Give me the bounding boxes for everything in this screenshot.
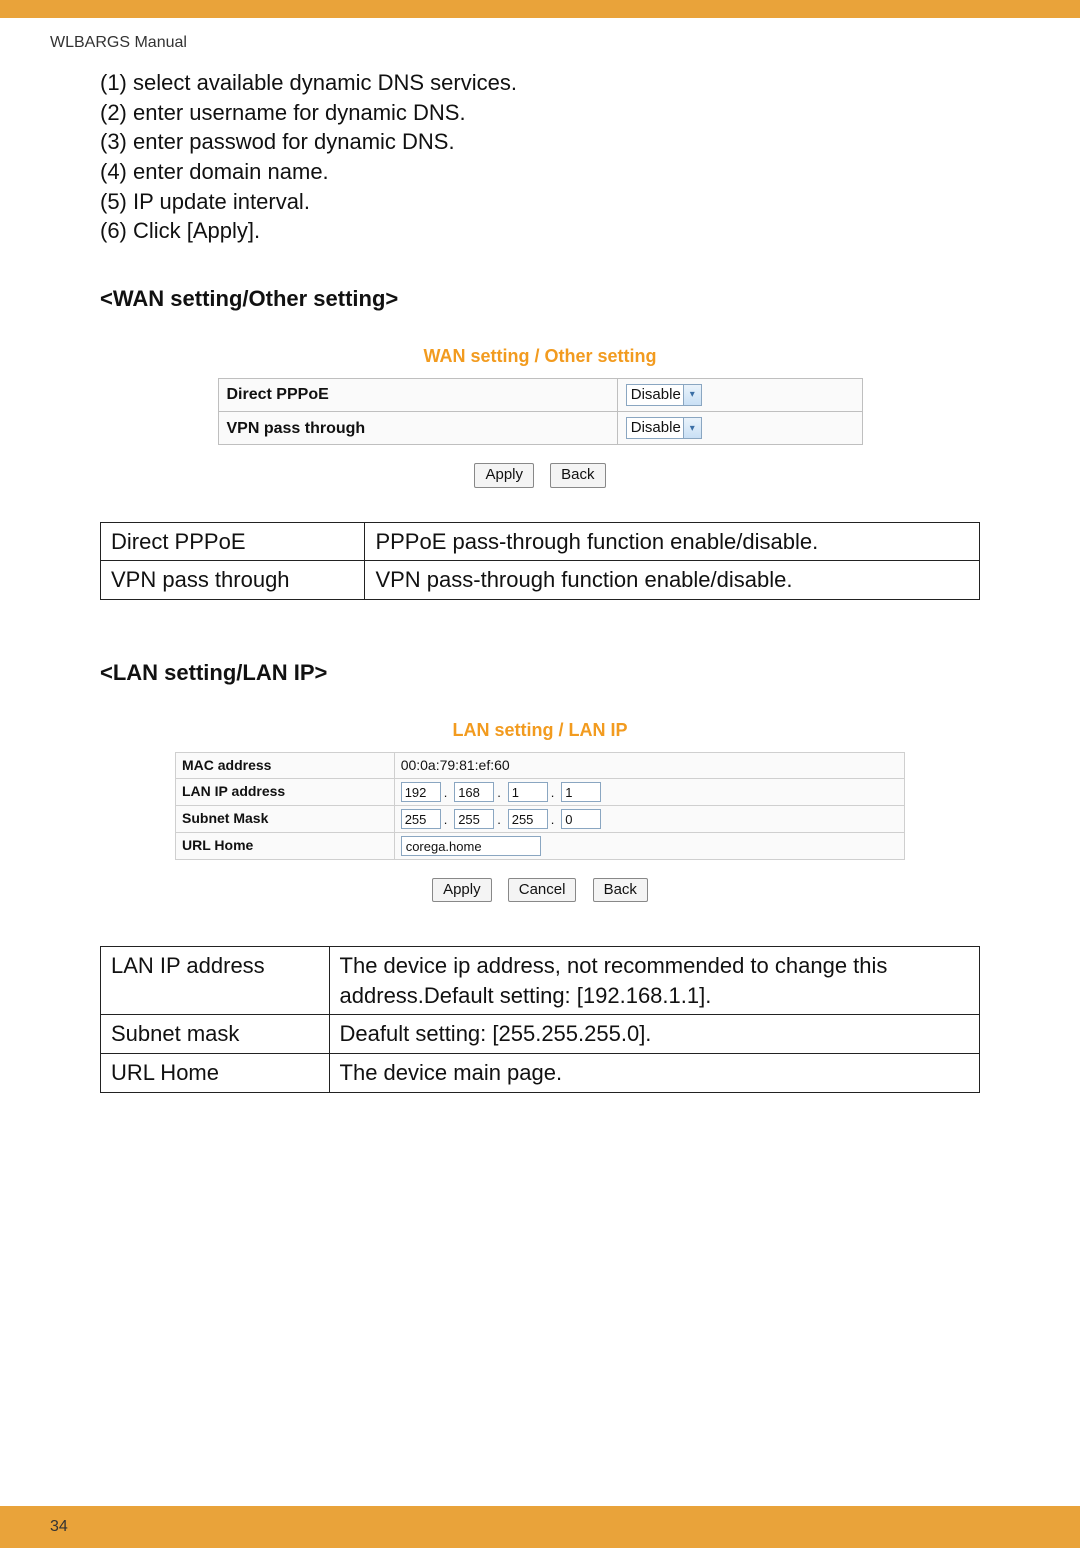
vpn-passthrough-select[interactable]: Disable ▾ [626, 417, 702, 439]
cancel-button[interactable]: Cancel [508, 878, 577, 902]
table-row: Subnet Mask 255. 255. 255. 0 [176, 805, 905, 832]
setting-label: LAN IP address [176, 778, 395, 805]
desc-name: URL Home [101, 1054, 330, 1093]
lan-button-row: Apply Cancel Back [175, 872, 905, 902]
apply-button[interactable]: Apply [474, 463, 534, 487]
desc-text: VPN pass-through function enable/disable… [365, 561, 980, 600]
steps-list: (1) select available dynamic DNS service… [100, 68, 980, 246]
page-number: 34 [50, 1518, 68, 1536]
step-item: (3) enter passwod for dynamic DNS. [100, 127, 980, 157]
chevron-down-icon: ▾ [683, 418, 701, 438]
table-row: MAC address 00:0a:79:81:ef:60 [176, 752, 905, 778]
wan-screenshot: WAN setting / Other setting Direct PPPoE… [218, 344, 863, 488]
desc-text: Deafult setting: [255.255.255.0]. [329, 1015, 979, 1054]
apply-button[interactable]: Apply [432, 878, 492, 902]
table-row: LAN IP address The device ip address, no… [101, 947, 980, 1015]
select-value: Disable [631, 418, 681, 438]
table-row: URL Home corega.home [176, 832, 905, 859]
lan-screenshot: LAN setting / LAN IP MAC address 00:0a:7… [175, 718, 905, 902]
setting-value-cell: Disable ▾ [617, 412, 862, 445]
setting-label: URL Home [176, 832, 395, 859]
mask-octet-3[interactable]: 255 [508, 809, 548, 829]
desc-name: LAN IP address [101, 947, 330, 1015]
step-item: (1) select available dynamic DNS service… [100, 68, 980, 98]
mask-octet-2[interactable]: 255 [454, 809, 494, 829]
setting-value-cell: Disable ▾ [617, 379, 862, 412]
table-row: VPN pass through Disable ▾ [218, 412, 862, 445]
mask-cell: 255. 255. 255. 0 [394, 805, 904, 832]
mac-value: 00:0a:79:81:ef:60 [394, 752, 904, 778]
setting-label: MAC address [176, 752, 395, 778]
chevron-down-icon: ▾ [683, 385, 701, 405]
wan-shot-title: WAN setting / Other setting [218, 344, 863, 368]
desc-name: Subnet mask [101, 1015, 330, 1054]
desc-text: PPPoE pass-through function enable/disab… [365, 522, 980, 561]
direct-pppoe-select[interactable]: Disable ▾ [626, 384, 702, 406]
lan-shot-title: LAN setting / LAN IP [175, 718, 905, 742]
desc-name: Direct PPPoE [101, 522, 365, 561]
table-row: Subnet mask Deafult setting: [255.255.25… [101, 1015, 980, 1054]
url-home-input[interactable]: corega.home [401, 836, 541, 856]
lan-description-table: LAN IP address The device ip address, no… [100, 946, 980, 1093]
select-value: Disable [631, 385, 681, 405]
ip-cell: 192. 168. 1. 1 [394, 778, 904, 805]
lan-section-heading: <LAN setting/LAN IP> [100, 658, 980, 688]
ip-octet-3[interactable]: 1 [508, 782, 548, 802]
table-row: Direct PPPoE Disable ▾ [218, 379, 862, 412]
wan-settings-table: Direct PPPoE Disable ▾ VPN pass through … [218, 378, 863, 445]
table-row: LAN IP address 192. 168. 1. 1 [176, 778, 905, 805]
table-row: VPN pass through VPN pass-through functi… [101, 561, 980, 600]
wan-button-row: Apply Back [218, 457, 863, 487]
manual-title: WLBARGS Manual [0, 18, 1080, 52]
desc-name: VPN pass through [101, 561, 365, 600]
back-button[interactable]: Back [593, 878, 648, 902]
table-row: URL Home The device main page. [101, 1054, 980, 1093]
back-button[interactable]: Back [550, 463, 605, 487]
table-row: Direct PPPoE PPPoE pass-through function… [101, 522, 980, 561]
ip-octet-4[interactable]: 1 [561, 782, 601, 802]
lan-settings-table: MAC address 00:0a:79:81:ef:60 LAN IP add… [175, 752, 905, 860]
step-item: (2) enter username for dynamic DNS. [100, 98, 980, 128]
url-cell: corega.home [394, 832, 904, 859]
mask-octet-1[interactable]: 255 [401, 809, 441, 829]
ip-octet-1[interactable]: 192 [401, 782, 441, 802]
desc-text: The device ip address, not recommended t… [329, 947, 979, 1015]
desc-text: The device main page. [329, 1054, 979, 1093]
step-item: (6) Click [Apply]. [100, 216, 980, 246]
step-item: (5) IP update interval. [100, 187, 980, 217]
setting-label: VPN pass through [218, 412, 617, 445]
setting-label: Direct PPPoE [218, 379, 617, 412]
top-accent-bar [0, 0, 1080, 18]
step-item: (4) enter domain name. [100, 157, 980, 187]
setting-label: Subnet Mask [176, 805, 395, 832]
wan-description-table: Direct PPPoE PPPoE pass-through function… [100, 522, 980, 600]
mask-octet-4[interactable]: 0 [561, 809, 601, 829]
wan-section-heading: <WAN setting/Other setting> [100, 284, 980, 314]
ip-octet-2[interactable]: 168 [454, 782, 494, 802]
page-content: (1) select available dynamic DNS service… [0, 52, 1080, 1093]
page-footer: 34 [0, 1506, 1080, 1548]
